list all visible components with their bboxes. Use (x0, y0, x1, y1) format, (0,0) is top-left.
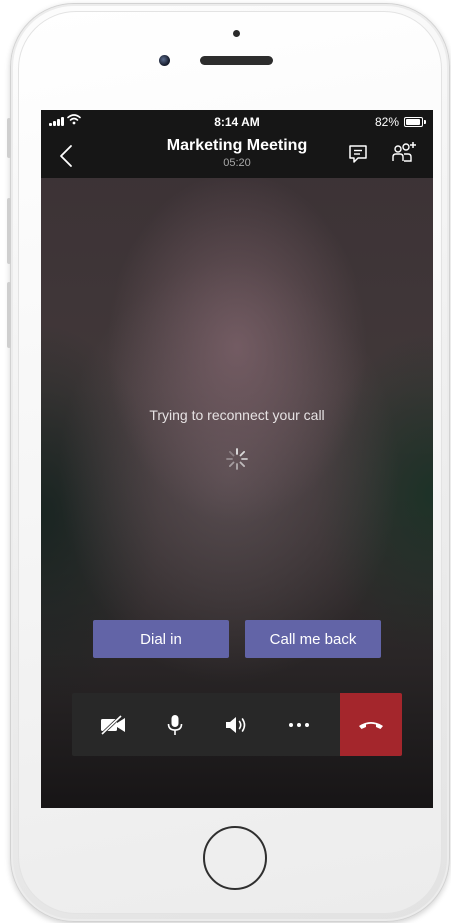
call-controls (72, 693, 402, 756)
call-me-back-button[interactable]: Call me back (245, 620, 381, 658)
more-options-button[interactable] (268, 693, 330, 756)
hang-up-button[interactable] (340, 693, 402, 756)
chat-icon[interactable] (348, 144, 368, 164)
hang-up-icon (359, 721, 383, 729)
call-duration: 05:20 (223, 157, 251, 169)
volume-down-button (7, 282, 11, 348)
add-participants-icon[interactable] (392, 140, 418, 164)
front-camera (159, 55, 170, 66)
battery-icon (404, 117, 426, 127)
speaker-icon (226, 716, 246, 733)
microphone-toggle-button[interactable] (144, 693, 206, 756)
microphone-icon (167, 714, 183, 735)
call-screen: 8:14 AM 82% Marketing Meeting 05:20 Tryi… (41, 110, 433, 808)
video-off-icon (100, 714, 125, 735)
loading-spinner-icon (226, 448, 248, 470)
battery-percentage: 82% (374, 115, 399, 129)
dial-in-button[interactable]: Dial in (93, 620, 229, 658)
proximity-sensor (233, 30, 240, 37)
volume-up-button (7, 198, 11, 264)
reconnect-message: Trying to reconnect your call (149, 407, 325, 423)
speaker-toggle-button[interactable] (206, 693, 268, 756)
mute-switch (7, 118, 11, 158)
earpiece-speaker (200, 56, 273, 65)
home-button[interactable] (203, 826, 267, 890)
camera-toggle-button[interactable] (82, 693, 144, 756)
more-options-icon (289, 722, 309, 727)
meeting-title: Marketing Meeting (166, 137, 308, 154)
